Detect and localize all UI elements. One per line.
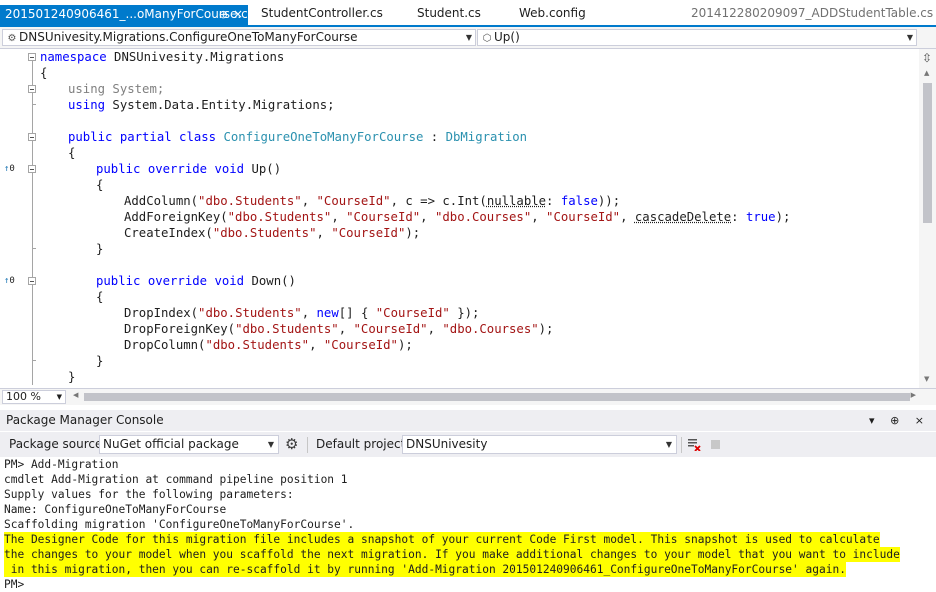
console-prompt[interactable]: PM> xyxy=(4,577,24,592)
tab-active-migration[interactable]: 201501240906461_...oManyForCourse.cs ⊕ × xyxy=(0,5,254,25)
toolbar-separator xyxy=(681,437,682,453)
code-line: } xyxy=(96,354,104,368)
console-line: Scaffolding migration 'ConfigureOneToMan… xyxy=(4,518,355,531)
pmc-title-bar: Package Manager Console ▾ ⊕ × xyxy=(0,410,936,431)
window-buttons[interactable]: ▾ ⊕ × xyxy=(869,410,930,431)
package-source-dropdown[interactable]: NuGet official package source▼ xyxy=(99,435,279,468)
type-dropdown[interactable]: ⚙ DNSUnivesity.Migrations.ConfigureOneToM… xyxy=(2,29,476,46)
collapse-icon[interactable] xyxy=(28,53,36,61)
console-warning-line: The Designer Code for this migration fil… xyxy=(4,532,880,547)
code-line: { xyxy=(96,290,104,304)
code-line: DropForeignKey("dbo.Students", "CourseId… xyxy=(124,322,554,336)
method-icon: ⬡ xyxy=(482,33,492,44)
default-project-dropdown[interactable]: DNSUnivesity ▼ xyxy=(402,435,677,454)
code-line: } xyxy=(68,370,76,384)
member-dropdown-value: Up() xyxy=(494,30,520,44)
tab-studentcontroller[interactable]: StudentController.cs xyxy=(261,4,383,23)
scrollbar-thumb[interactable] xyxy=(923,83,932,223)
horizontal-scrollbar[interactable]: ◀ ▶ xyxy=(70,390,919,404)
split-window-icon[interactable]: ⇳ xyxy=(922,51,932,65)
console-output[interactable]: PM> Add-Migration cmdlet Add-Migration a… xyxy=(0,457,936,591)
default-project-label: Default project: xyxy=(316,437,410,451)
close-icon[interactable]: × xyxy=(233,5,243,24)
code-line: public override void Down() xyxy=(96,274,296,288)
vertical-scrollbar[interactable]: ⇳ ▲ ▼ xyxy=(919,49,936,388)
code-line: { xyxy=(40,66,48,80)
zoom-dropdown[interactable]: 100 % ▼ xyxy=(2,390,66,404)
chevron-down-icon: ▼ xyxy=(906,33,913,42)
console-line: cmdlet Add-Migration at command pipeline… xyxy=(4,473,348,486)
chevron-down-icon: ▼ xyxy=(465,33,472,42)
gear-icon[interactable]: ⚙ xyxy=(285,435,298,453)
console-warning-line: in this migration, then you can re-scaff… xyxy=(4,562,846,577)
code-line: using System.Data.Entity.Migrations; xyxy=(68,98,335,112)
tab-webconfig[interactable]: Web.config xyxy=(519,4,586,23)
pmc-title: Package Manager Console xyxy=(6,413,164,427)
code-line: { xyxy=(96,178,104,192)
type-dropdown-value: DNSUnivesity.Migrations.ConfigureOneToMa… xyxy=(19,30,358,44)
collapse-icon[interactable] xyxy=(28,165,36,173)
console-line: PM> Add-Migration xyxy=(4,458,119,471)
tab-label: 201412280209097_ADDStudentTable.cs xyxy=(691,6,934,20)
code-line: namespace DNSUnivesity.Migrations xyxy=(40,50,285,64)
tab-label: Student.cs xyxy=(417,6,481,20)
code-line: } xyxy=(96,242,104,256)
code-line: AddForeignKey("dbo.Students", "CourseId"… xyxy=(124,210,791,224)
tab-addstudenttable[interactable]: 201412280209097_ADDStudentTable.cs⊕× xyxy=(691,4,936,23)
chevron-down-icon: ▼ xyxy=(56,393,62,401)
navigation-bar: ⚙ DNSUnivesity.Migrations.ConfigureOneToM… xyxy=(0,27,936,49)
default-project-value: DNSUnivesity xyxy=(406,437,488,451)
toolbar-separator xyxy=(307,437,308,453)
scroll-down-icon[interactable]: ▼ xyxy=(924,375,929,383)
scroll-right-icon[interactable]: ▶ xyxy=(911,391,916,399)
code-line: DropColumn("dbo.Students", "CourseId"); xyxy=(124,338,413,352)
editor-bottom-bar: 100 % ▼ ◀ ▶ xyxy=(0,388,936,405)
clear-console-icon[interactable] xyxy=(687,437,701,451)
tab-label: Web.config xyxy=(519,6,586,20)
code-line: AddColumn("dbo.Students", "CourseId", c … xyxy=(124,194,621,208)
console-line: Supply values for the following paramete… xyxy=(4,488,294,501)
reference-marker[interactable]: ↑0 xyxy=(4,161,15,177)
document-tab-strip: 201501240906461_...oManyForCourse.cs ⊕ ×… xyxy=(0,0,936,27)
tab-label: 201501240906461_...oManyForCourse.cs xyxy=(5,7,255,21)
code-line: DropIndex("dbo.Students", new[] { "Cours… xyxy=(124,306,480,320)
console-line: Name: ConfigureOneToManyForCourse xyxy=(4,503,227,516)
chevron-down-icon: ▼ xyxy=(665,440,672,449)
code-editor[interactable]: ↑0 ↑0 namespace DNSUnivesity.Migrations … xyxy=(0,49,936,388)
pin-icon[interactable]: ⊕ xyxy=(219,5,228,24)
scroll-left-icon[interactable]: ◀ xyxy=(73,391,78,399)
stop-icon[interactable] xyxy=(711,440,720,449)
collapse-icon[interactable] xyxy=(28,133,36,141)
tab-label: StudentController.cs xyxy=(261,6,383,20)
pmc-toolbar: Package source: NuGet official package s… xyxy=(0,432,936,468)
class-icon: ⚙ xyxy=(7,33,17,44)
code-line: public partial class ConfigureOneToManyF… xyxy=(68,130,528,144)
package-source-label: Package source: xyxy=(9,437,107,451)
code-text-area[interactable]: namespace DNSUnivesity.Migrations { usin… xyxy=(40,49,919,388)
scroll-up-icon[interactable]: ▲ xyxy=(924,69,929,77)
code-line: CreateIndex("dbo.Students", "CourseId"); xyxy=(124,226,421,240)
collapse-icon[interactable] xyxy=(28,85,36,93)
console-warning-line: the changes to your model when you scaff… xyxy=(4,547,900,562)
reference-marker[interactable]: ↑0 xyxy=(4,273,15,289)
editor-gutter: ↑0 ↑0 xyxy=(0,49,40,388)
chevron-down-icon: ▼ xyxy=(267,440,274,449)
member-dropdown[interactable]: ⬡ Up() ▼ xyxy=(477,29,917,46)
zoom-value: 100 % xyxy=(6,390,41,403)
code-line: using System; xyxy=(68,82,165,96)
code-line: { xyxy=(68,146,76,160)
tab-student[interactable]: Student.cs xyxy=(417,4,481,23)
collapse-icon[interactable] xyxy=(28,277,36,285)
scrollbar-thumb[interactable] xyxy=(84,393,910,401)
code-line: public override void Up() xyxy=(96,162,282,176)
